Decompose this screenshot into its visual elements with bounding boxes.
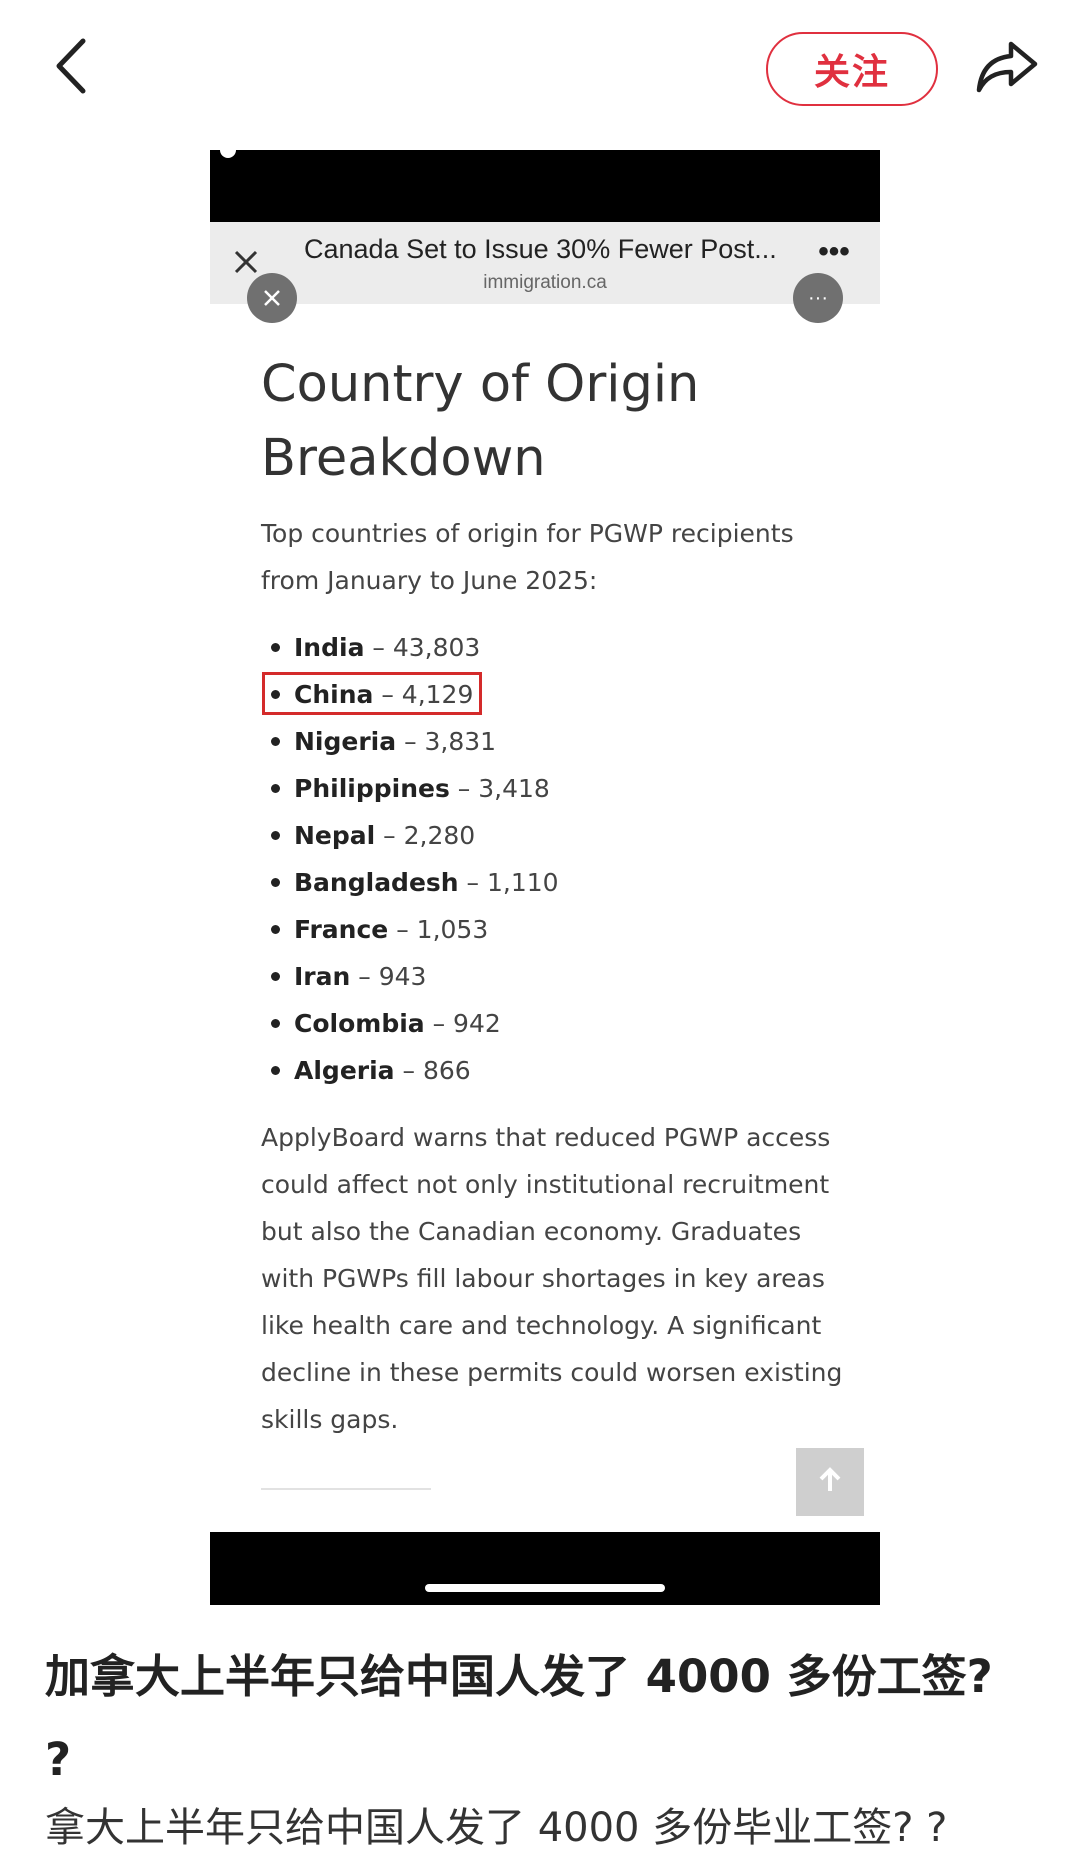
list-item: Philippines – 3,418 [261,765,559,812]
country-count: – 1,110 [458,868,559,897]
list-item: Algeria – 866 [261,1047,559,1094]
bullet [271,831,280,840]
country-count: – 43,803 [364,633,481,662]
list-item: Nigeria – 3,831 [261,718,559,765]
screenshot-bottom-bar [210,1532,880,1605]
bullet [271,784,280,793]
article-intro: Top countries of origin for PGWP recipie… [261,519,794,595]
home-indicator [425,1584,665,1592]
country-count: – 866 [394,1056,471,1085]
chevron-left-icon [53,37,87,99]
list-item: Nepal – 2,280 [261,812,559,859]
country-name: Iran [294,962,351,991]
list-item: Bangladesh – 1,110 [261,859,559,906]
list-item: India – 43,803 [261,624,559,671]
bullet [271,1066,280,1075]
highlight-box [262,672,482,715]
list-item: Iran – 943 [261,953,559,1000]
article-body: ApplyBoard warns that reduced PGWP acces… [261,1123,843,1434]
screenshot-status-bar [210,150,880,222]
bullet [271,1019,280,1028]
post-title: 加拿大上半年只给中国人发了 4000 多份工签? ? [45,1650,993,1786]
more-dots-icon: ••• [818,235,850,268]
country-count: – 943 [350,962,427,991]
country-count: – 3,418 [449,774,550,803]
country-name: India [294,633,365,662]
divider [261,1488,431,1490]
post-image[interactable]: Canada Set to Issue 30% Fewer Post... im… [210,150,880,1605]
country-count: – 942 [424,1009,501,1038]
banner-url: immigration.ca [483,272,607,293]
arrow-up-icon [817,1467,843,1497]
list-item: France – 1,053 [261,906,559,953]
country-name: Philippines [294,774,450,803]
browser-banner: Canada Set to Issue 30% Fewer Post... im… [210,222,880,304]
country-count: – 1,053 [388,915,489,944]
banner-title: Canada Set to Issue 30% Fewer Post... [304,234,777,264]
floating-close-icon [247,273,297,323]
country-name: Colombia [294,1009,425,1038]
bullet [271,878,280,887]
country-name: France [294,915,389,944]
article-heading: Country of Origin Breakdown [261,355,700,488]
bullet [271,737,280,746]
country-name: Nigeria [294,727,397,756]
country-count: – 2,280 [375,821,476,850]
country-name: Nepal [294,821,376,850]
back-button[interactable] [40,36,100,100]
post-body: 拿大上半年只给中国人发了 4000 多份毕业工签? ? [45,1805,948,1851]
country-name: Algeria [294,1056,395,1085]
share-arrow-icon [975,38,1039,98]
bullet [271,925,280,934]
list-item: Colombia – 942 [261,1000,559,1047]
status-dot [220,150,236,158]
bullet [271,972,280,981]
country-count: – 3,831 [396,727,497,756]
country-name: Bangladesh [294,868,459,897]
share-button[interactable] [972,36,1042,100]
follow-button[interactable]: 关注 [766,32,938,106]
scroll-to-top-button [796,1448,864,1516]
bullet [271,643,280,652]
floating-more-icon: ··· [793,273,843,323]
